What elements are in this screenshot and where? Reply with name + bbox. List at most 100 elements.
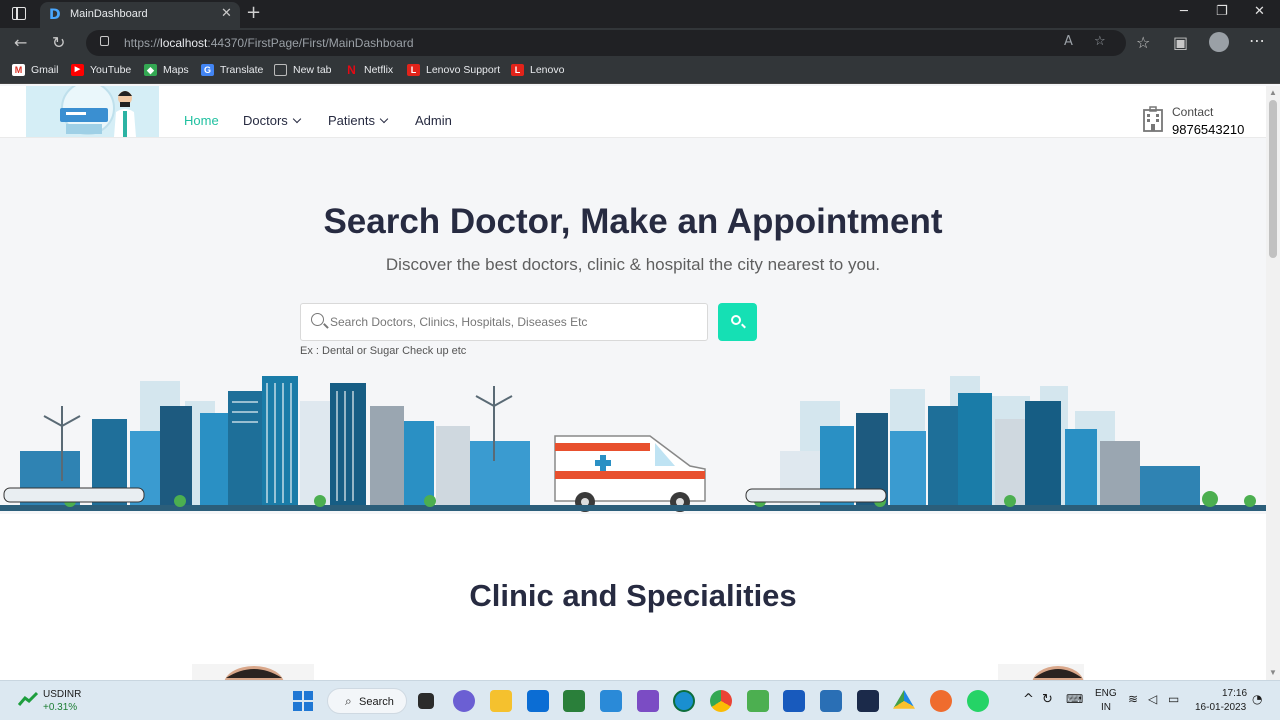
file-explorer-icon[interactable] bbox=[490, 690, 512, 712]
favorites-icon[interactable]: ☆ bbox=[1136, 33, 1150, 52]
close-window-button[interactable]: ✕ bbox=[1254, 4, 1265, 19]
address-toolbar: ← ↻ https://localhost:44370/FirstPage/Fi… bbox=[0, 28, 1280, 58]
youtube-icon: ▶ bbox=[71, 64, 84, 76]
drive-icon[interactable] bbox=[893, 690, 915, 709]
url-text[interactable]: https://localhost:44370/FirstPage/First/… bbox=[124, 36, 414, 50]
nav-patients[interactable]: Patients bbox=[328, 113, 389, 128]
taskbar-search[interactable]: ⌕ Search bbox=[327, 688, 407, 714]
postman-icon[interactable] bbox=[930, 690, 952, 712]
more-menu-icon[interactable]: ⋯ bbox=[1249, 31, 1265, 50]
photos-icon[interactable] bbox=[563, 690, 585, 712]
section-title: Clinic and Specialities bbox=[469, 578, 797, 613]
profile-avatar[interactable] bbox=[1209, 32, 1229, 52]
search-field[interactable] bbox=[300, 303, 708, 341]
bookmark-gmail[interactable]: M Gmail bbox=[12, 64, 58, 76]
stock-chart-icon bbox=[18, 691, 38, 706]
scroll-thumb[interactable] bbox=[1269, 100, 1277, 258]
address-bar[interactable]: https://localhost:44370/FirstPage/First/… bbox=[86, 30, 1126, 56]
collections-icon[interactable]: ▣ bbox=[1173, 33, 1188, 52]
ticker-name[interactable]: USDINR bbox=[43, 689, 81, 700]
outlook-icon[interactable] bbox=[527, 690, 549, 712]
page-scrollbar[interactable]: ▲ ▼ bbox=[1266, 86, 1280, 680]
task-view-icon[interactable] bbox=[418, 693, 434, 709]
city-skyline-illustration bbox=[0, 376, 1266, 512]
word-icon[interactable] bbox=[783, 690, 805, 712]
translate-icon: G bbox=[201, 64, 214, 76]
lenovo-icon: L bbox=[407, 64, 420, 76]
edge-icon[interactable] bbox=[673, 690, 695, 712]
window-menu-icon[interactable] bbox=[12, 7, 26, 20]
notification-bell-icon[interactable]: ◔ bbox=[1252, 692, 1262, 706]
scroll-down-icon[interactable]: ▼ bbox=[1269, 668, 1277, 677]
search-button[interactable] bbox=[718, 303, 757, 341]
dev-icon[interactable] bbox=[857, 690, 879, 712]
chevron-up-icon[interactable]: ^ bbox=[1023, 692, 1034, 707]
back-icon[interactable]: ← bbox=[14, 33, 27, 52]
new-tab-button[interactable]: + bbox=[246, 2, 261, 23]
vscode-icon[interactable] bbox=[600, 690, 622, 712]
visual-studio-icon[interactable] bbox=[637, 690, 659, 712]
bookmark-newtab[interactable]: New tab bbox=[274, 64, 332, 76]
snipping-icon[interactable] bbox=[747, 690, 769, 712]
contact-label: Contact bbox=[1172, 105, 1214, 119]
search-hint: Ex : Dental or Sugar Check up etc bbox=[300, 345, 467, 357]
add-favorite-icon[interactable]: ☆ bbox=[1094, 34, 1106, 49]
site-logo[interactable] bbox=[26, 86, 159, 137]
bookmark-netflix[interactable]: N Netflix bbox=[345, 64, 393, 76]
language-secondary: IN bbox=[1101, 702, 1111, 713]
wifi-icon[interactable]: ≋ bbox=[1128, 692, 1138, 706]
hero-title: Search Doctor, Make an Appointment bbox=[323, 202, 943, 241]
bookmark-youtube[interactable]: ▶ YouTube bbox=[71, 64, 131, 76]
nav-doctors[interactable]: Doctors bbox=[243, 113, 302, 128]
keyboard-icon[interactable]: ⌨ bbox=[1066, 692, 1083, 706]
browser-tab[interactable]: D MainDashboard ✕ bbox=[40, 2, 240, 28]
page-viewport: Home Doctors Patients Admin Contact 9876… bbox=[0, 86, 1266, 680]
site-header: Home Doctors Patients Admin Contact 9876… bbox=[0, 86, 1266, 138]
tab-favicon-icon: D bbox=[49, 7, 61, 23]
read-aloud-icon[interactable]: A bbox=[1064, 34, 1073, 49]
bookmark-lenovo-support[interactable]: L Lenovo Support bbox=[407, 64, 500, 76]
chrome-icon[interactable] bbox=[710, 690, 732, 712]
ticker-change: +0.31% bbox=[43, 702, 78, 713]
bookmark-lenovo[interactable]: L Lenovo bbox=[511, 64, 564, 76]
nav-admin[interactable]: Admin bbox=[415, 113, 452, 128]
speciality-card-image[interactable] bbox=[192, 664, 314, 680]
lenovo-icon: L bbox=[511, 64, 524, 76]
bookmark-maps[interactable]: ◆ Maps bbox=[144, 64, 189, 76]
contact-phone[interactable]: 9876543210 bbox=[1172, 122, 1244, 137]
tab-title: MainDashboard bbox=[70, 8, 148, 20]
scroll-up-icon[interactable]: ▲ bbox=[1269, 88, 1277, 97]
newtab-icon bbox=[274, 64, 287, 76]
restore-button[interactable]: ❐ bbox=[1216, 4, 1228, 19]
hospital-building-icon bbox=[1142, 106, 1164, 132]
nav-home[interactable]: Home bbox=[184, 113, 219, 128]
search-input[interactable] bbox=[330, 304, 700, 340]
notepad-icon[interactable] bbox=[820, 690, 842, 712]
windows-start-icon[interactable] bbox=[293, 691, 313, 711]
bookmark-translate[interactable]: G Translate bbox=[201, 64, 263, 76]
maps-icon: ◆ bbox=[144, 64, 157, 76]
minimize-button[interactable]: ─ bbox=[1180, 4, 1188, 19]
gmail-icon: M bbox=[12, 64, 25, 76]
tab-close-icon[interactable]: ✕ bbox=[221, 6, 232, 21]
netflix-icon: N bbox=[347, 63, 356, 77]
taskbar-search-label: Search bbox=[359, 696, 394, 708]
battery-icon[interactable]: ▭ bbox=[1168, 692, 1179, 706]
whatsapp-icon[interactable] bbox=[967, 690, 989, 712]
clock-time[interactable]: 17:16 bbox=[1222, 688, 1247, 699]
search-icon: ⌕ bbox=[345, 694, 352, 708]
windows-taskbar: USDINR +0.31% ⌕ Search ^ ↻ ⌨ ENG IN ≋ ◁ … bbox=[0, 680, 1280, 720]
hero-subtitle: Discover the best doctors, clinic & hosp… bbox=[385, 255, 881, 274]
refresh-icon[interactable]: ↻ bbox=[52, 33, 65, 52]
chevron-down-icon bbox=[379, 114, 389, 123]
language-primary[interactable]: ENG bbox=[1095, 688, 1117, 699]
bookmarks-bar: M Gmail ▶ YouTube ◆ Maps G Translate New tab… bbox=[0, 58, 1280, 84]
browser-titlebar: D MainDashboard ✕ + ─ ❐ ✕ bbox=[0, 0, 1280, 28]
chat-icon[interactable] bbox=[453, 690, 475, 712]
clock-date[interactable]: 16-01-2023 bbox=[1195, 702, 1246, 713]
sync-icon[interactable]: ↻ bbox=[1042, 692, 1053, 707]
volume-icon[interactable]: ◁ bbox=[1148, 692, 1157, 706]
speciality-card-image[interactable] bbox=[998, 664, 1084, 680]
lock-icon bbox=[100, 36, 109, 46]
chevron-down-icon bbox=[292, 114, 302, 123]
